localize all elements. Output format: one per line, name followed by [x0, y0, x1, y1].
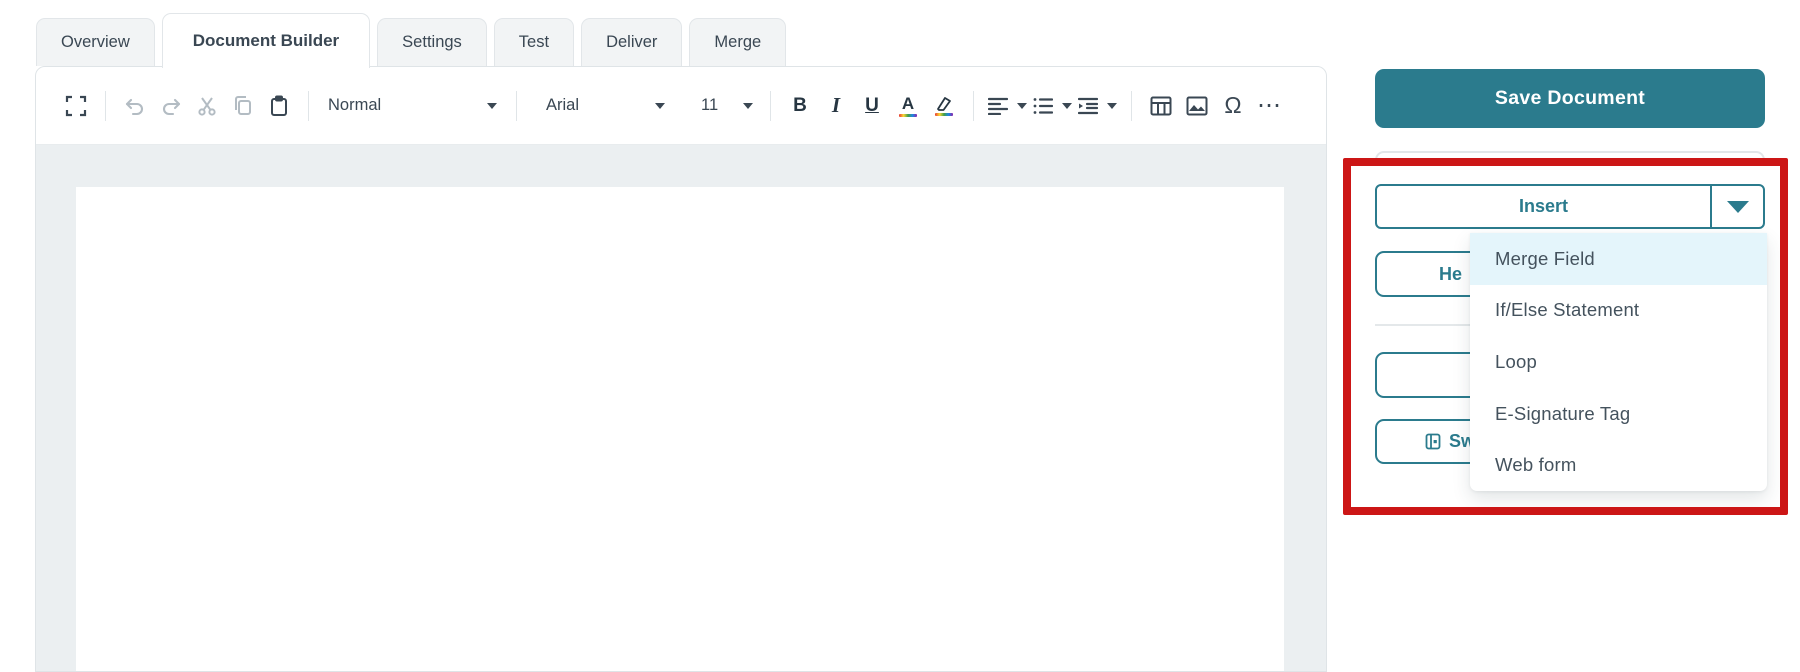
document-page[interactable] — [76, 187, 1284, 671]
undo-icon[interactable] — [120, 89, 150, 123]
paragraph-style-value: Normal — [328, 96, 382, 114]
chevron-down-icon — [487, 102, 497, 109]
indent-dropdown[interactable] — [1078, 89, 1117, 123]
editor-toolbar: Normal Arial 11 B I U A Ω ⋯ — [36, 67, 1326, 145]
menu-item-merge-field[interactable]: Merge Field — [1470, 233, 1767, 285]
paragraph-style-dropdown[interactable]: Normal — [320, 86, 505, 126]
chevron-down-icon — [1017, 102, 1027, 109]
toolbar-divider — [770, 90, 771, 121]
side-panel-top-edge — [1375, 151, 1765, 161]
menu-item-web-form[interactable]: Web form — [1470, 439, 1767, 491]
toolbar-divider — [973, 90, 974, 121]
triangle-down-icon — [1726, 200, 1749, 213]
highlight-color-swatch — [935, 112, 953, 116]
tab-settings[interactable]: Settings — [377, 18, 487, 66]
switch-view-icon — [1425, 433, 1441, 450]
menu-item-if-else-statement[interactable]: If/Else Statement — [1470, 285, 1767, 337]
font-family-dropdown[interactable]: Arial — [538, 86, 673, 126]
underline-icon[interactable]: U — [857, 89, 887, 123]
more-options-icon[interactable]: ⋯ — [1254, 89, 1284, 123]
insert-dropdown-toggle[interactable] — [1710, 186, 1763, 227]
bullet-list-icon — [1033, 97, 1053, 114]
tab-merge[interactable]: Merge — [689, 18, 787, 66]
indent-icon — [1078, 97, 1098, 114]
chevron-down-icon — [743, 102, 753, 109]
tab-bar: Overview Document Builder Settings Test … — [36, 13, 787, 68]
bold-icon[interactable]: B — [785, 89, 815, 123]
insert-split-button[interactable]: Insert — [1375, 184, 1765, 229]
fullscreen-icon[interactable] — [61, 89, 91, 123]
tab-deliver[interactable]: Deliver — [581, 18, 683, 66]
paste-icon[interactable] — [264, 89, 294, 123]
chevron-down-icon — [1107, 102, 1117, 109]
insert-dropdown-menu: Merge Field If/Else Statement Loop E-Sig… — [1470, 233, 1767, 491]
editor-background — [36, 145, 1326, 671]
align-dropdown[interactable] — [988, 89, 1027, 123]
align-left-icon — [988, 97, 1008, 115]
special-character-icon[interactable]: Ω — [1218, 89, 1248, 123]
insert-image-icon[interactable] — [1182, 89, 1212, 123]
list-dropdown[interactable] — [1033, 89, 1072, 123]
save-document-button[interactable]: Save Document — [1375, 69, 1765, 128]
font-color-icon[interactable]: A — [893, 89, 923, 123]
insert-button-label: Insert — [1518, 196, 1569, 216]
cut-icon[interactable] — [192, 89, 222, 123]
highlight-color-icon[interactable] — [929, 89, 959, 123]
editor-card: Normal Arial 11 B I U A Ω ⋯ — [35, 66, 1327, 672]
toolbar-divider — [105, 90, 106, 121]
font-size-dropdown[interactable]: 11 — [695, 86, 759, 126]
insert-table-icon[interactable] — [1146, 89, 1176, 123]
redo-icon[interactable] — [156, 89, 186, 123]
document-builder-screen: Overview Document Builder Settings Test … — [0, 0, 1800, 672]
copy-icon[interactable] — [228, 89, 258, 123]
italic-icon[interactable]: I — [821, 89, 851, 123]
menu-item-e-signature-tag[interactable]: E-Signature Tag — [1470, 388, 1767, 440]
font-size-value: 11 — [701, 96, 719, 114]
font-family-value: Arial — [546, 96, 580, 114]
toolbar-divider — [516, 90, 517, 121]
tab-overview[interactable]: Overview — [36, 18, 155, 66]
partial-button-label: He — [1439, 263, 1463, 284]
menu-item-loop[interactable]: Loop — [1470, 336, 1767, 388]
font-color-swatch — [899, 113, 917, 117]
chevron-down-icon — [655, 102, 665, 109]
toolbar-divider — [1131, 90, 1132, 121]
chevron-down-icon — [1062, 102, 1072, 109]
tab-test[interactable]: Test — [493, 18, 575, 66]
toolbar-divider — [308, 90, 309, 121]
insert-button-label-zone[interactable]: Insert — [1377, 186, 1710, 227]
tab-document-builder[interactable]: Document Builder — [161, 13, 371, 68]
